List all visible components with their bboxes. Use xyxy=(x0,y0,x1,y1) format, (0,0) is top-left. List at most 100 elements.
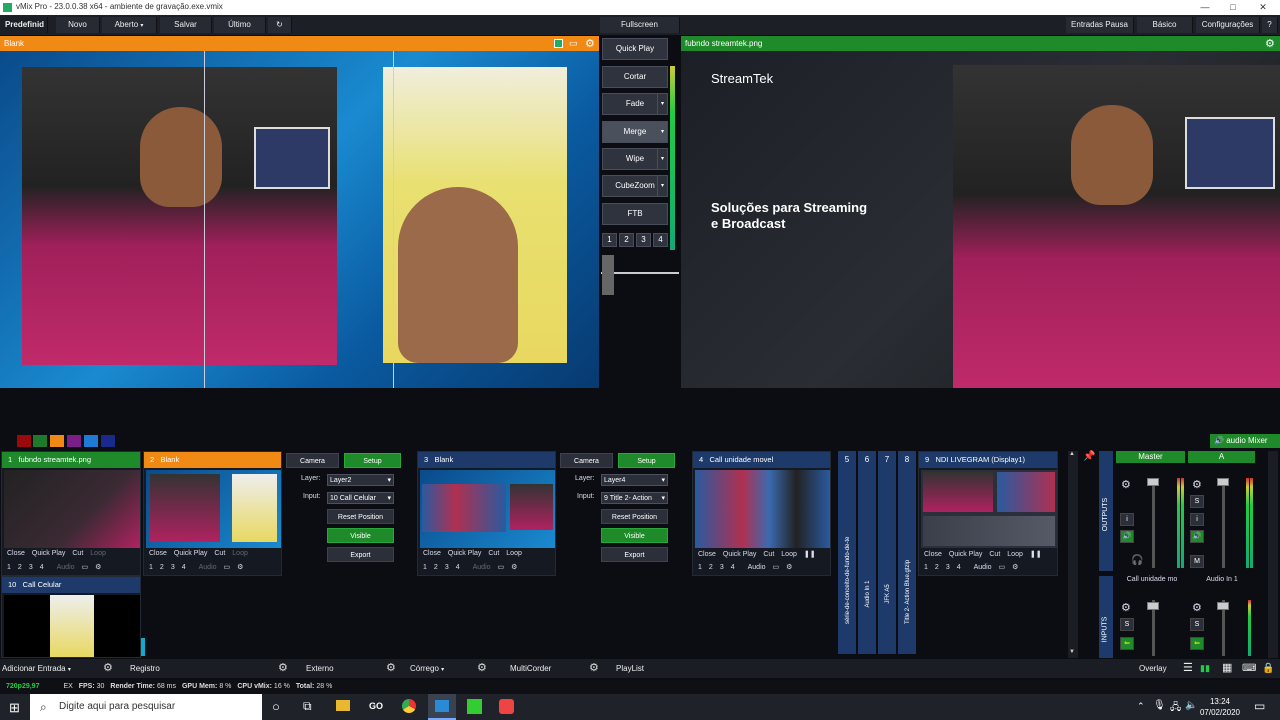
overlay-4[interactable]: 4 xyxy=(182,564,186,571)
monitor-icon[interactable]: ▭ xyxy=(498,564,505,571)
speaker-icon[interactable]: 🔊 xyxy=(1120,530,1134,543)
layer-select[interactable]: Layer2 ▾ xyxy=(327,474,394,486)
solo-button[interactable]: S xyxy=(1120,618,1134,631)
info-button[interactable]: i xyxy=(1190,513,1204,526)
preset-menu[interactable]: Predefinid xyxy=(2,17,48,33)
monitor-icon[interactable]: ▭ xyxy=(773,564,780,571)
setup-tab[interactable]: Setup xyxy=(618,453,675,468)
cubezoom-button[interactable]: CubeZoom ▾ xyxy=(602,175,668,197)
audio-control[interactable]: Audio xyxy=(199,564,217,571)
cut-control[interactable]: Cut xyxy=(989,551,1000,558)
close-control[interactable]: Close xyxy=(149,550,167,557)
gear-icon[interactable]: ⚙ xyxy=(585,37,595,50)
speaker-icon[interactable]: 🔊 xyxy=(1190,530,1204,543)
wipe-button[interactable]: Wipe ▾ xyxy=(602,148,668,170)
cut-control[interactable]: Cut xyxy=(763,551,774,558)
input1-fader-knob[interactable] xyxy=(1147,602,1159,610)
chevron-down-icon[interactable]: ▾ xyxy=(657,122,667,142)
camtasia-icon[interactable] xyxy=(467,699,482,714)
color-swatch-green[interactable] xyxy=(33,435,47,447)
tile-thumbnail[interactable] xyxy=(4,470,140,548)
gear-icon[interactable]: ⚙ xyxy=(103,662,113,675)
overlay-3[interactable]: 3 xyxy=(946,564,950,571)
add-input-button[interactable]: Adicionar Entrada ▾ xyxy=(2,662,71,675)
color-icon[interactable] xyxy=(554,39,563,48)
overlay-1[interactable]: 1 xyxy=(698,564,702,571)
gear-icon[interactable]: ⚙ xyxy=(1121,478,1131,491)
overlay-2[interactable]: 2 xyxy=(160,564,164,571)
close-control[interactable]: Close xyxy=(698,551,716,558)
overlay-1[interactable]: 1 xyxy=(423,564,427,571)
menu-icon[interactable]: ☰ xyxy=(1183,662,1193,675)
cut-control[interactable]: Cut xyxy=(488,550,499,557)
gear-icon[interactable]: ⚙ xyxy=(1121,601,1131,614)
quickplay-control[interactable]: Quick Play xyxy=(723,551,756,558)
color-swatch-navy[interactable] xyxy=(101,435,115,447)
export-button[interactable]: Export xyxy=(601,547,668,562)
loop-control[interactable]: Loop xyxy=(781,551,797,558)
input-tile[interactable]: 9 NDI LIVEGRAM (Display1) Close Quick Pla… xyxy=(918,451,1058,576)
microphone-icon[interactable]: 🎙 xyxy=(1153,700,1166,711)
overlay-2[interactable]: 2 xyxy=(434,564,438,571)
gear-icon[interactable]: ⚙ xyxy=(786,564,792,571)
master-fader-track[interactable] xyxy=(1152,478,1155,568)
overlay-3[interactable]: 3 xyxy=(171,564,175,571)
scroll-up-icon[interactable]: ▲ xyxy=(1069,451,1075,457)
layer-select[interactable]: Layer4 ▾ xyxy=(601,474,668,486)
menu-ultimo[interactable]: Último xyxy=(214,17,266,33)
info-button[interactable]: i xyxy=(1120,513,1134,526)
gear-icon[interactable]: ⚙ xyxy=(1265,37,1275,50)
color-swatch-orange[interactable] xyxy=(50,435,64,447)
audio-control[interactable]: Audio xyxy=(974,564,992,571)
tray-chevron-icon[interactable]: ⌃ xyxy=(1137,701,1145,712)
volume-icon[interactable]: 🔈 xyxy=(1185,700,1197,711)
solo-button[interactable]: S xyxy=(1190,618,1204,631)
transition-1[interactable]: 1 xyxy=(602,233,617,247)
grid-icon[interactable]: ▦ xyxy=(1222,662,1232,675)
overlay-1[interactable]: 1 xyxy=(7,564,11,571)
gear-icon[interactable]: ⚙ xyxy=(95,564,101,571)
transition-4[interactable]: 4 xyxy=(653,233,668,247)
menu-novo[interactable]: Novo xyxy=(56,17,100,33)
taskbar-search[interactable]: ⌕ Digite aqui para pesquisar xyxy=(30,694,262,720)
tile-thumbnail[interactable] xyxy=(420,470,555,548)
tile-thumbnail[interactable] xyxy=(4,595,140,657)
tray-time[interactable]: 13:24 xyxy=(1201,697,1239,706)
reset-position-button[interactable]: Reset Position xyxy=(601,509,668,524)
transition-2[interactable]: 2 xyxy=(619,233,634,247)
overlay-1[interactable]: 1 xyxy=(924,564,928,571)
quickplay-control[interactable]: Quick Play xyxy=(949,551,982,558)
registro-button[interactable]: Registro xyxy=(130,662,160,675)
input-tile[interactable]: 1 fubndo streamtek.png Close Quick Play Cu… xyxy=(1,451,141,576)
arrow-left-icon[interactable]: ⇐ xyxy=(1190,637,1204,650)
pause-icon[interactable]: ❚❚ xyxy=(804,551,816,558)
camera-tab[interactable]: Camera xyxy=(286,453,339,468)
arrow-left-icon[interactable]: ⇐ xyxy=(1120,637,1134,650)
help-button[interactable]: ? xyxy=(1262,17,1278,33)
overlay-2[interactable]: 2 xyxy=(935,564,939,571)
quick-play-button[interactable]: Quick Play xyxy=(602,38,668,60)
visible-button[interactable]: Visible xyxy=(601,528,668,543)
monitor-icon[interactable]: ▭ xyxy=(569,38,578,49)
gear-icon[interactable]: ⚙ xyxy=(477,662,487,675)
input-tile[interactable]: 3 Blank Close Quick Play Cut Loop 1 2 3 4 Audio… xyxy=(417,451,556,576)
keyboard-icon[interactable]: ⌨ xyxy=(1242,662,1256,675)
color-swatch-purple[interactable] xyxy=(67,435,81,447)
windows-start-icon[interactable]: ⊞ xyxy=(9,700,20,716)
close-button[interactable]: ✕ xyxy=(1248,0,1278,15)
overlay-3[interactable]: 3 xyxy=(445,564,449,571)
gear-icon[interactable]: ⚙ xyxy=(237,564,243,571)
monitor-icon[interactable]: ▭ xyxy=(224,564,231,571)
tile-thumbnail[interactable] xyxy=(921,470,1057,548)
mixer-scrollbar[interactable] xyxy=(1268,451,1278,658)
chevron-down-icon[interactable]: ▾ xyxy=(657,176,667,196)
file-explorer-icon[interactable] xyxy=(336,700,350,711)
reset-position-button[interactable]: Reset Position xyxy=(327,509,394,524)
vmix-taskbar-icon[interactable] xyxy=(428,694,456,720)
overlay-4[interactable]: 4 xyxy=(456,564,460,571)
cortar-button[interactable]: Cortar xyxy=(602,66,668,88)
chevron-down-icon[interactable]: ▾ xyxy=(657,149,667,169)
quickplay-control[interactable]: Quick Play xyxy=(32,550,65,557)
audio-control[interactable]: Audio xyxy=(473,564,491,571)
monitor-icon[interactable]: ▭ xyxy=(82,564,89,571)
